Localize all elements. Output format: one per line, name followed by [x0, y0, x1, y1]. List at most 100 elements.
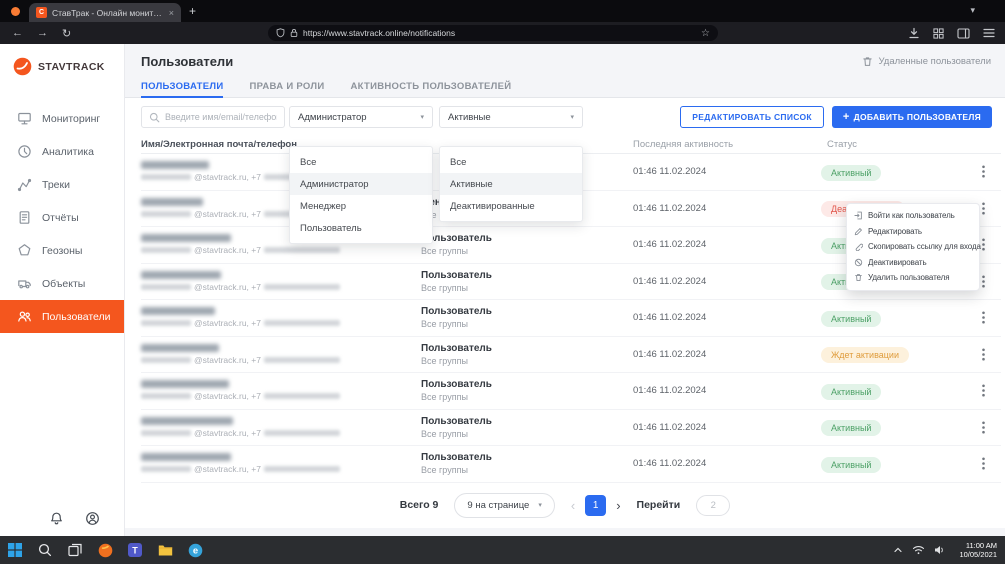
- bookmark-star-icon[interactable]: ☆: [701, 28, 710, 39]
- user-role: Пользователь: [421, 452, 601, 463]
- sidebar-item-analytics[interactable]: Аналитика: [0, 135, 124, 168]
- sidebar-item-label: Объекты: [42, 278, 85, 290]
- add-user-button[interactable]: + ДОБАВИТЬ ПОЛЬЗОВАТЕЛЯ: [832, 106, 992, 128]
- extensions-icon[interactable]: [933, 28, 944, 39]
- context-menu-item[interactable]: Редактировать: [847, 224, 979, 240]
- row-actions-button[interactable]: [965, 348, 1001, 361]
- users-icon: [17, 309, 32, 324]
- status-badge: Активный: [821, 311, 881, 327]
- context-menu-item[interactable]: Удалить пользователя: [847, 270, 979, 286]
- teams-icon[interactable]: T: [120, 536, 150, 564]
- new-tab-button[interactable]: +: [189, 4, 196, 18]
- url-text: https://www.stavtrack.online/notificatio…: [303, 28, 696, 38]
- file-explorer-icon[interactable]: [150, 536, 180, 564]
- context-menu-item[interactable]: Скопировать ссылку для входа: [847, 239, 979, 255]
- pager: ‹ 1 ›: [571, 495, 621, 516]
- page-title: Пользователи: [141, 54, 233, 69]
- reload-icon[interactable]: ↻: [62, 27, 71, 40]
- account-icon[interactable]: [85, 511, 100, 526]
- forward-icon[interactable]: →: [37, 27, 48, 39]
- sidebar-toggle-icon[interactable]: [957, 28, 970, 39]
- last-activity: 01:46 11.02.2024: [601, 422, 781, 433]
- user-role: Пользователь: [421, 306, 601, 317]
- objects-icon: [17, 276, 32, 291]
- network-icon[interactable]: [912, 545, 925, 555]
- filters-row: Администратор ▾ Активные ▾ РЕДАКТИРОВАТЬ…: [125, 98, 1005, 136]
- row-actions-button[interactable]: [965, 384, 1001, 397]
- volume-icon[interactable]: [934, 545, 946, 555]
- chevron-down-icon: ▾: [420, 113, 424, 121]
- status-badge: Ждет активации: [821, 347, 909, 363]
- tab-close-icon[interactable]: ×: [169, 8, 174, 18]
- taskbar-clock[interactable]: 11:00 AM 10/05/2021: [959, 541, 997, 560]
- menu-icon[interactable]: [983, 28, 995, 38]
- address-bar[interactable]: https://www.stavtrack.online/notificatio…: [268, 25, 718, 41]
- last-activity: 01:46 11.02.2024: [601, 276, 781, 287]
- role-filter-option[interactable]: Пользователь: [290, 217, 432, 239]
- firefox-icon[interactable]: [90, 536, 120, 564]
- role-filter-option[interactable]: Администратор: [290, 173, 432, 195]
- window-control-dot[interactable]: [11, 7, 20, 16]
- prev-page-button[interactable]: ‹: [571, 498, 575, 513]
- tab-users[interactable]: ПОЛЬЗОВАТЕЛИ: [141, 81, 223, 98]
- svg-text:e: e: [192, 545, 197, 556]
- redacted-phone: [264, 284, 340, 290]
- role-filter-option[interactable]: Менеджер: [290, 195, 432, 217]
- start-button[interactable]: [0, 536, 30, 564]
- search-input[interactable]: [165, 112, 277, 122]
- row-actions-button[interactable]: [965, 311, 1001, 324]
- row-actions-button[interactable]: [965, 421, 1001, 434]
- redacted-email-user: [141, 357, 191, 363]
- tab-list-chevron-icon[interactable]: ▾: [970, 5, 975, 16]
- status-badge: Активный: [821, 165, 881, 181]
- stavtrack-logo-icon: [13, 57, 32, 76]
- context-menu-item[interactable]: Войти как пользователь: [847, 208, 979, 224]
- status-filter-option[interactable]: Деактивированные: [440, 195, 582, 217]
- next-page-button[interactable]: ›: [616, 498, 620, 513]
- redacted-email-user: [141, 430, 191, 436]
- sidebar: STAVTRACK МониторингАналитикаТрекиОтчёты…: [0, 44, 125, 536]
- row-actions-button[interactable]: [965, 457, 1001, 470]
- last-activity: 01:46 11.02.2024: [601, 166, 781, 177]
- edge-icon[interactable]: e: [180, 536, 210, 564]
- sidebar-item-reports[interactable]: Отчёты: [0, 201, 124, 234]
- tray-chevron-up-icon[interactable]: [893, 546, 903, 554]
- download-icon[interactable]: [908, 27, 920, 39]
- redacted-name: [141, 453, 231, 461]
- sidebar-item-geozones[interactable]: Геозоны: [0, 234, 124, 267]
- redacted-name: [141, 380, 229, 388]
- table-row: @stavtrack.ru, +7 ПользовательВсе группы…: [141, 446, 1001, 483]
- status-filter-option[interactable]: Все: [440, 151, 582, 173]
- tab-rights[interactable]: ПРАВА И РОЛИ: [249, 81, 324, 98]
- status-filter-select[interactable]: Активные ▾: [439, 106, 583, 128]
- current-page[interactable]: 1: [585, 495, 606, 516]
- redacted-name: [141, 198, 203, 206]
- user-groups: Все группы: [421, 283, 601, 293]
- redacted-name: [141, 344, 219, 352]
- back-icon[interactable]: ←: [12, 27, 23, 39]
- tab-activity[interactable]: АКТИВНОСТЬ ПОЛЬЗОВАТЕЛЕЙ: [350, 81, 511, 98]
- goto-page-input[interactable]: [696, 495, 730, 516]
- task-view-button[interactable]: [60, 536, 90, 564]
- deleted-users-link[interactable]: Удаленные пользователи: [862, 56, 991, 67]
- notifications-bell-icon[interactable]: [49, 511, 64, 526]
- per-page-select[interactable]: 9 на странице ▾: [454, 493, 554, 518]
- clock-time: 11:00 AM: [959, 541, 997, 551]
- role-filter-select[interactable]: Администратор ▾: [289, 106, 433, 128]
- redacted-email-user: [141, 174, 191, 180]
- tracks-icon: [17, 177, 32, 192]
- role-filter-option[interactable]: Все: [290, 151, 432, 173]
- taskbar-search-button[interactable]: [30, 536, 60, 564]
- user-groups: Все группы: [421, 429, 601, 439]
- status-filter-option[interactable]: Активные: [440, 173, 582, 195]
- sidebar-item-users[interactable]: Пользователи: [0, 300, 124, 333]
- sidebar-item-objects[interactable]: Объекты: [0, 267, 124, 300]
- edit-list-button[interactable]: РЕДАКТИРОВАТЬ СПИСОК: [680, 106, 824, 128]
- table-row: @stavtrack.ru, +7 ПользовательВсе группы…: [141, 410, 1001, 447]
- row-actions-button[interactable]: [965, 165, 1001, 178]
- context-menu-item[interactable]: Деактивировать: [847, 255, 979, 271]
- sidebar-item-monitoring[interactable]: Мониторинг: [0, 102, 124, 135]
- browser-tab[interactable]: С СтавТрак - Онлайн монитор... ×: [29, 3, 181, 22]
- redacted-name: [141, 161, 209, 169]
- sidebar-item-tracks[interactable]: Треки: [0, 168, 124, 201]
